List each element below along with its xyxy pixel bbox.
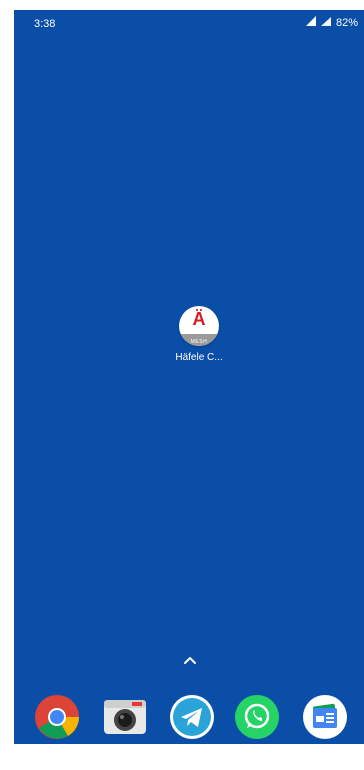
- status-time: 3:38: [34, 18, 56, 30]
- app-drawer-chevron-up-icon[interactable]: [183, 652, 197, 664]
- chrome-icon[interactable]: [34, 694, 80, 740]
- icon-sublabel: MESH: [190, 339, 208, 345]
- app-icon-hafele-connect[interactable]: Ä MESH Häfele C...: [164, 306, 234, 363]
- google-news-icon[interactable]: [302, 694, 348, 740]
- app-label: Häfele C...: [175, 352, 223, 363]
- screen: 3:38 82% Ä MESH Häfele C...: [0, 0, 364, 770]
- home-screen-wallpaper: 3:38 82% Ä MESH Häfele C...: [14, 10, 364, 744]
- dock: [14, 682, 364, 742]
- whatsapp-icon[interactable]: [234, 694, 280, 740]
- telegram-icon[interactable]: [169, 694, 215, 740]
- signal-icon: [305, 16, 316, 29]
- camera-icon[interactable]: [102, 694, 148, 740]
- hafele-glyph: Ä: [192, 309, 206, 329]
- status-bar: 3:38 82%: [14, 10, 364, 36]
- status-icons: 82%: [305, 16, 358, 29]
- wifi-icon: [320, 16, 332, 29]
- hafele-connect-mesh-icon: Ä MESH: [179, 306, 219, 346]
- battery-percentage: 82%: [335, 16, 358, 29]
